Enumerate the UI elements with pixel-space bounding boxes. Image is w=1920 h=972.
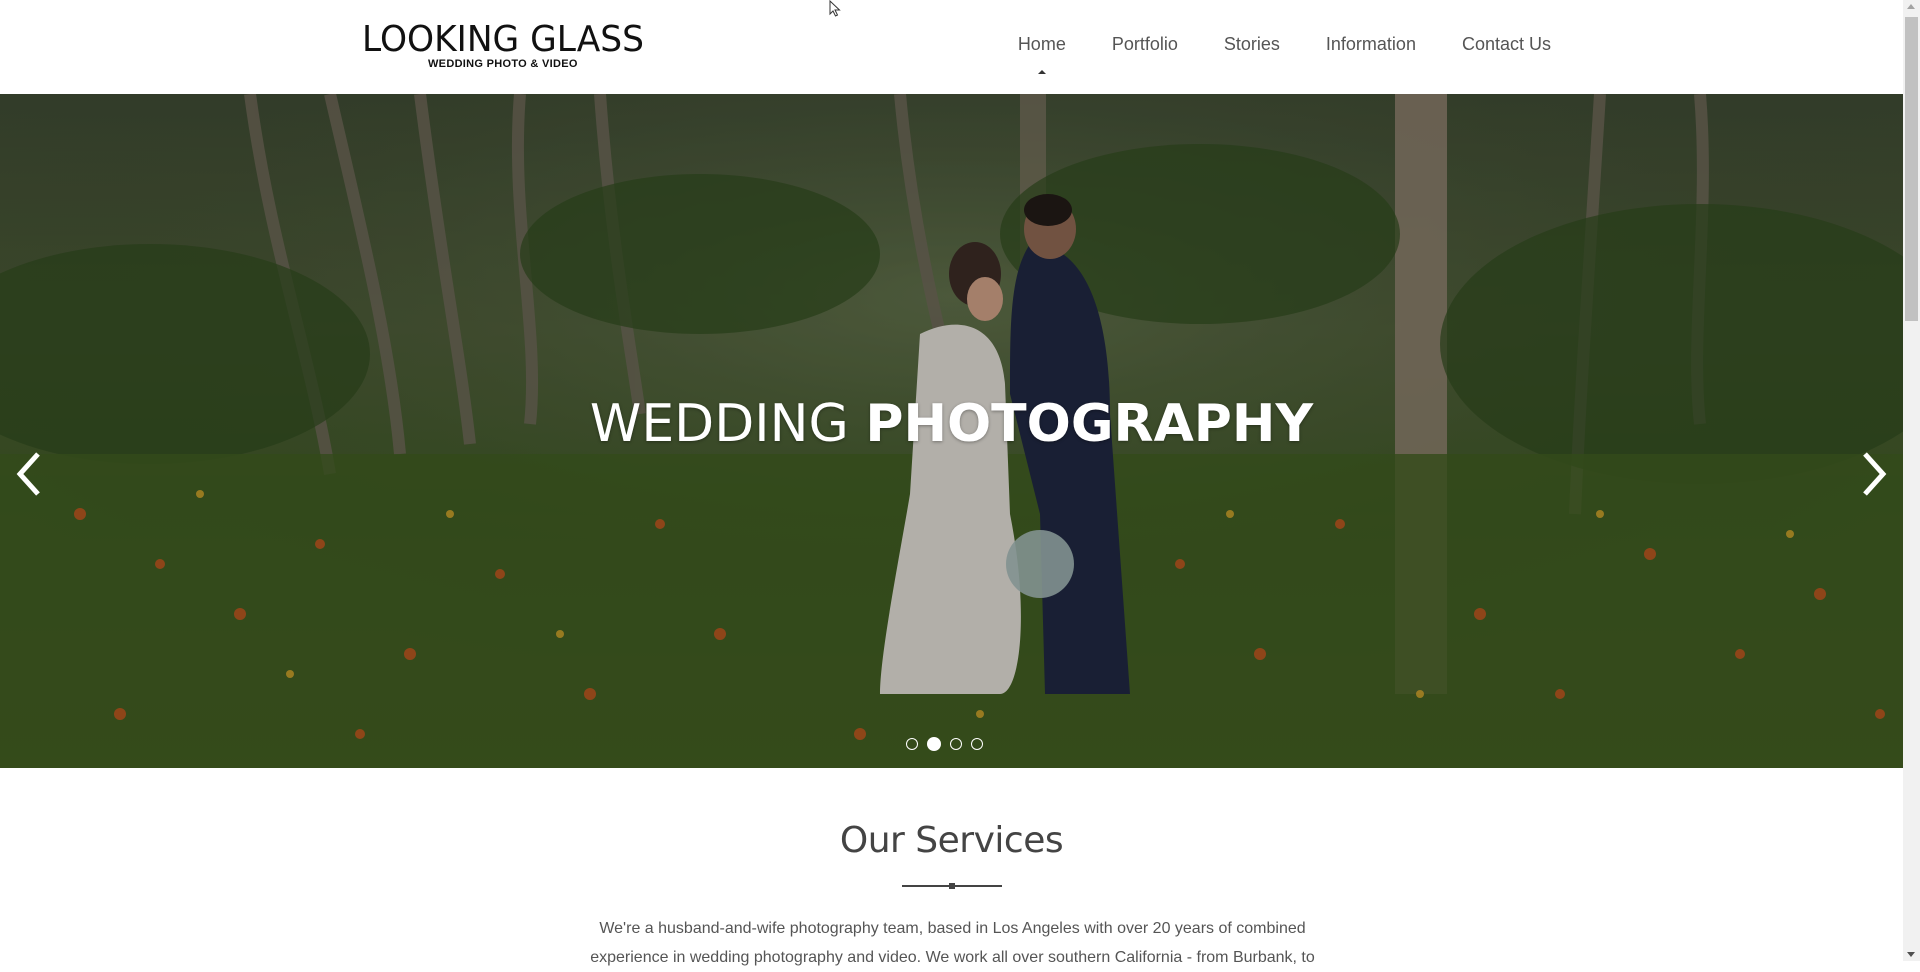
svg-text:LOOKING GLASS: LOOKING GLASS (362, 20, 644, 56)
scroll-down-arrow-icon[interactable] (1907, 952, 1915, 957)
nav-item-stories[interactable]: Stories (1224, 34, 1280, 55)
scrollbar-thumb[interactable] (1905, 17, 1918, 321)
slider-dot-1[interactable] (906, 738, 918, 750)
hero-title-bold: PHOTOGRAPHY (865, 394, 1314, 454)
services-heading: Our Services (839, 820, 1064, 861)
nav-item-information[interactable]: Information (1326, 34, 1416, 55)
slider-dot-4[interactable] (971, 738, 983, 750)
hero-title-light: WEDDING (589, 394, 866, 454)
scroll-up-arrow-icon[interactable] (1907, 4, 1915, 9)
section-divider-mark (949, 883, 955, 889)
slider-dot-2[interactable] (927, 737, 941, 751)
page-scrollbar[interactable] (1903, 0, 1920, 961)
site-header: LOOKING GLASS WEDDING PHOTO & VIDEO Home… (0, 0, 1903, 94)
nav-item-portfolio[interactable]: Portfolio (1112, 34, 1178, 55)
mouse-cursor-icon (829, 0, 841, 17)
main-nav: Home Portfolio Stories Information Conta… (972, 34, 1551, 55)
slider-next-button[interactable] (1853, 444, 1893, 504)
slider-prev-button[interactable] (10, 444, 50, 504)
logo-wordmark: LOOKING GLASS (362, 20, 644, 56)
logo-wordmark-graphic: LOOKING GLASS (362, 20, 644, 56)
slider-dots (906, 737, 983, 751)
nav-item-home[interactable]: Home (1018, 34, 1066, 55)
chevron-right-icon (1863, 452, 1887, 496)
chevron-left-icon (16, 452, 40, 496)
site-logo[interactable]: LOOKING GLASS WEDDING PHOTO & VIDEO (362, 20, 644, 72)
logo-tagline: WEDDING PHOTO & VIDEO (428, 58, 578, 70)
hero-slider: WEDDING PHOTOGRAPHY (0, 94, 1903, 768)
slider-dot-3[interactable] (950, 738, 962, 750)
services-paragraph: We're a husband-and-wife photography tea… (590, 920, 1315, 966)
hero-title: WEDDING PHOTOGRAPHY (0, 394, 1903, 454)
nav-item-contact-us[interactable]: Contact Us (1462, 34, 1551, 55)
